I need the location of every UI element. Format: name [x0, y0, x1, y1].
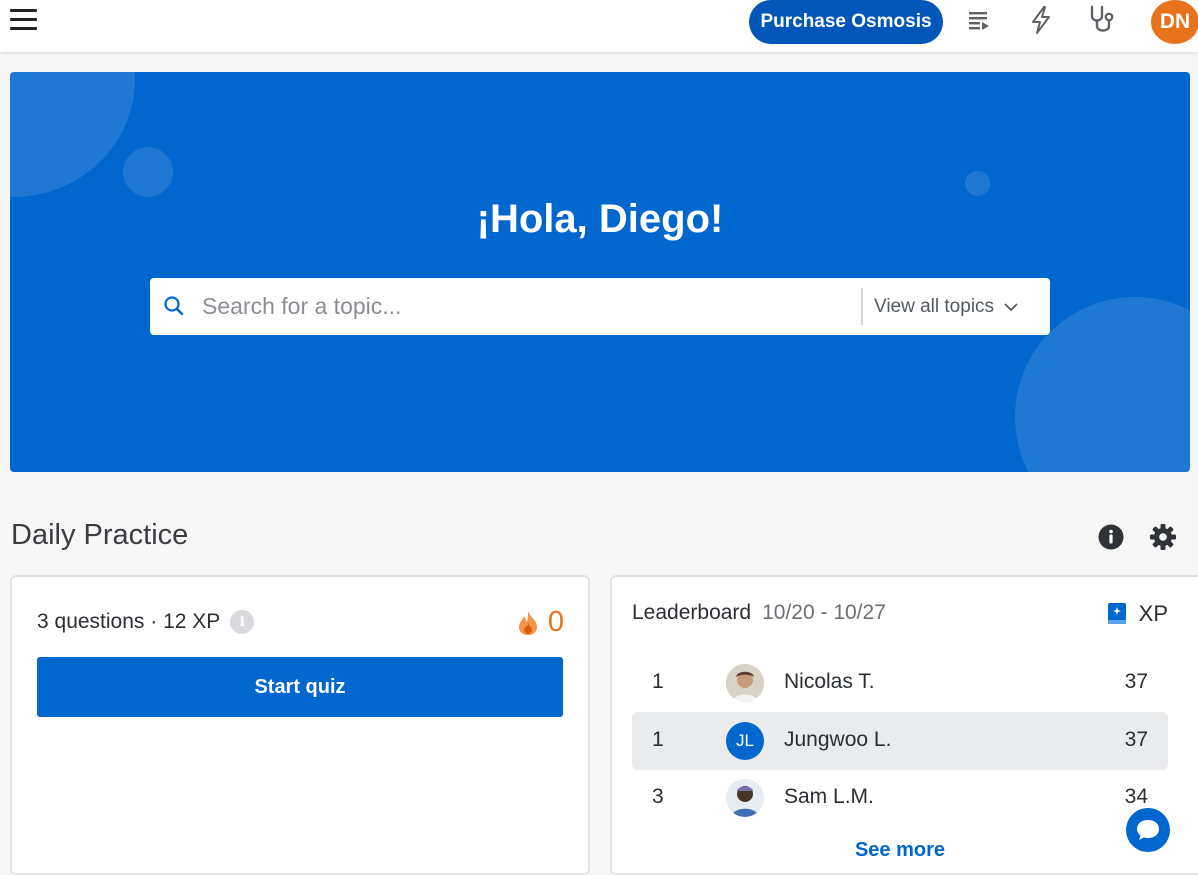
user-avatar[interactable]: DN [1151, 0, 1198, 44]
xp-label: XP [1138, 601, 1168, 626]
see-more-link[interactable]: See more [612, 839, 1188, 862]
xp-label-group: XP [1105, 601, 1168, 627]
view-all-topics-dropdown[interactable]: View all topics [874, 288, 1044, 325]
info-icon[interactable] [1097, 522, 1127, 552]
leaderboard-title: Leaderboard [632, 601, 752, 624]
gear-icon[interactable] [1149, 522, 1179, 552]
leaderboard-score: 34 [1124, 785, 1148, 808]
hamburger-menu-icon[interactable] [10, 7, 38, 33]
top-navigation-bar: Purchase Osmosis DN [0, 0, 1198, 52]
streak-count: 0 [547, 606, 564, 638]
decorative-bubble [965, 171, 990, 196]
quiz-info-icon[interactable]: i [230, 610, 255, 634]
leaderboard-card: Leaderboard 10/20 - 10/27 XP 1 Nicolas T… [610, 575, 1198, 875]
avatar: JL [726, 722, 764, 760]
flame-icon [518, 610, 537, 635]
daily-practice-heading: Daily Practice [11, 519, 189, 551]
leaderboard-rank: 3 [652, 785, 664, 808]
hero-banner: ¡Hola, Diego! View all topics [10, 72, 1190, 472]
avatar [726, 779, 764, 817]
leaderboard-score: 37 [1124, 728, 1148, 751]
leaderboard-score: 37 [1124, 670, 1148, 693]
topic-search-bar: View all topics [150, 278, 1050, 335]
quiz-meta: 3 questions · 12 XP i [37, 610, 255, 634]
leaderboard-date-range: 10/20 - 10/27 [762, 601, 886, 624]
chat-bubble-icon [1137, 820, 1159, 840]
xp-book-icon [1107, 603, 1126, 624]
leaderboard-row[interactable]: 1 Nicolas T. 37 [632, 654, 1168, 712]
purchase-osmosis-button[interactable]: Purchase Osmosis [749, 0, 943, 44]
leaderboard-name: Jungwoo L. [784, 728, 892, 751]
lightning-icon[interactable] [1025, 4, 1057, 36]
leaderboard-rank: 1 [652, 670, 664, 693]
quiz-meta-text: 3 questions · 12 XP [37, 610, 221, 633]
start-quiz-button[interactable]: Start quiz [37, 657, 563, 717]
streak-counter: 0 [516, 606, 564, 639]
decorative-bubble [123, 147, 173, 197]
leaderboard-name: Sam L.M. [784, 785, 874, 808]
playlist-icon[interactable] [963, 4, 995, 36]
view-all-topics-label: View all topics [874, 295, 995, 317]
leaderboard-header: Leaderboard 10/20 - 10/27 [632, 601, 886, 625]
search-icon [162, 294, 186, 318]
avatar [726, 664, 764, 702]
decorative-bubble [10, 72, 135, 197]
daily-quiz-card: 3 questions · 12 XP i 0 Start quiz [10, 575, 590, 875]
chevron-down-icon [1004, 302, 1018, 311]
chat-support-button[interactable] [1126, 808, 1170, 852]
leaderboard-rank: 1 [652, 728, 664, 751]
search-input[interactable] [202, 286, 852, 326]
greeting-heading: ¡Hola, Diego! [476, 197, 724, 241]
leaderboard-row-current-user[interactable]: 1 JL Jungwoo L. 37 [632, 712, 1168, 770]
leaderboard-row[interactable]: 3 Sam L.M. 34 [632, 769, 1168, 827]
leaderboard-name: Nicolas T. [784, 670, 875, 693]
stethoscope-icon[interactable] [1087, 4, 1119, 36]
search-divider [861, 288, 863, 325]
